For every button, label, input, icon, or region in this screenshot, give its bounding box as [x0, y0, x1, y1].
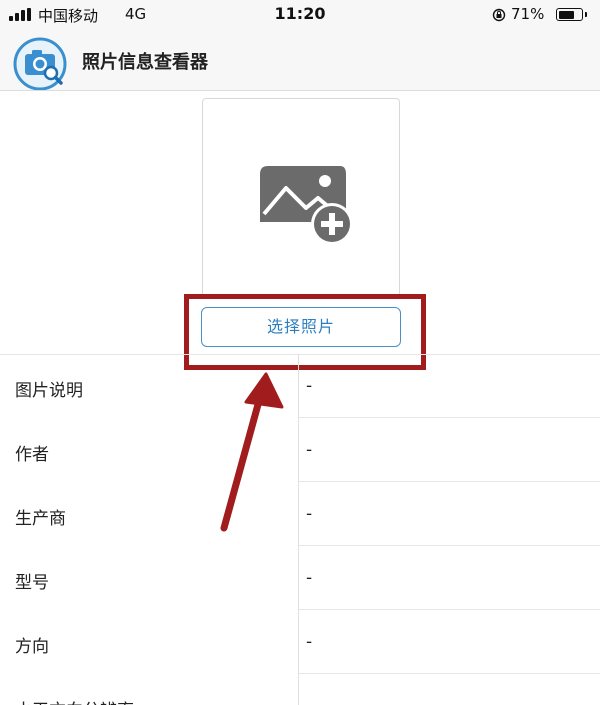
battery-percent: 71%: [511, 5, 545, 23]
add-photo-icon: [260, 166, 353, 245]
info-row-value: -: [306, 440, 313, 460]
info-row-label: 方向: [15, 637, 49, 657]
app-header: 照片信息查看器: [0, 30, 600, 91]
info-row-label: 作者: [15, 445, 49, 465]
info-row-label: 水平方向分辨率: [15, 696, 134, 705]
info-row-description: 图片说明 -: [0, 354, 600, 418]
info-row-label: 型号: [15, 573, 49, 593]
info-row-model: 型号 -: [0, 546, 600, 610]
info-row-value: -: [306, 696, 312, 705]
info-row-value: -: [306, 376, 313, 396]
battery-level-fill: [558, 10, 574, 19]
app-title: 照片信息查看器: [82, 52, 208, 73]
battery-cap: [585, 12, 587, 17]
battery-icon: [556, 8, 583, 21]
status-bar: 中国移动 4G 11:20 71%: [0, 0, 600, 30]
info-row-label: 图片说明: [15, 381, 83, 401]
info-row-orientation: 方向 -: [0, 610, 600, 674]
info-row-value: -: [306, 632, 313, 652]
orientation-lock-icon: [492, 8, 506, 22]
info-row-value: -: [306, 504, 313, 524]
info-row-label: 生产商: [15, 509, 66, 529]
photo-preview-box[interactable]: [202, 98, 400, 298]
info-row-manufacturer: 生产商 -: [0, 482, 600, 546]
info-row-horizontal-resolution: 水平方向分辨率 -: [0, 674, 600, 705]
info-row-value: -: [306, 568, 313, 588]
camera-search-icon: [13, 37, 67, 90]
info-row-author: 作者 -: [0, 418, 600, 482]
status-time: 11:20: [274, 4, 326, 23]
